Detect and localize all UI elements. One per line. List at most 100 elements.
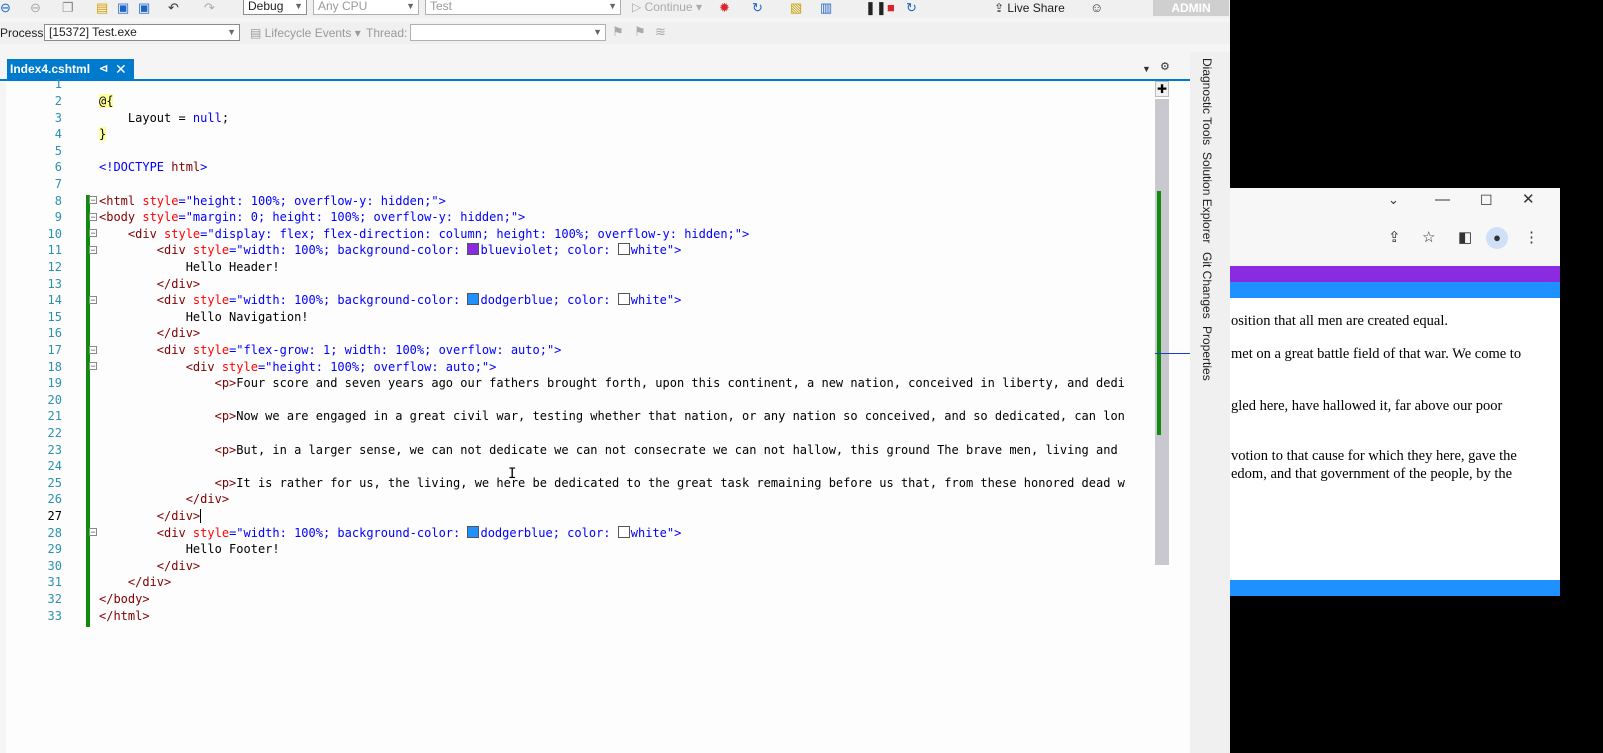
code-editor[interactable]: 1 2 3 4 5 6 7 8 9 10 11 12 13 14 15 16 17 18 19 20 21 22 23 24 2… xyxy=(6,77,1192,753)
color-swatch-blueviolet[interactable] xyxy=(467,243,480,256)
undo-icon[interactable]: ↶ xyxy=(168,0,179,16)
chevron-down-icon[interactable]: ▼ xyxy=(1142,61,1151,77)
line-number: 13 xyxy=(47,276,62,291)
star-icon[interactable]: ☆ xyxy=(1422,228,1435,248)
rendered-header xyxy=(1230,266,1560,282)
hot-reload-icon[interactable]: ✹ xyxy=(719,0,730,16)
process-dropdown[interactable]: [15372] Test.exe ▼ xyxy=(44,24,240,41)
color-name: dodgerblue xyxy=(480,293,553,308)
color-name: white xyxy=(630,293,667,308)
open-folder-icon[interactable]: ▤ xyxy=(96,0,108,16)
stack-icon[interactable]: ≋ xyxy=(655,24,666,40)
collapse-icon[interactable]: − xyxy=(89,296,97,305)
collapse-icon[interactable]: − xyxy=(89,213,97,222)
share-icon[interactable]: ⇪ xyxy=(1388,228,1401,248)
share-icon: ⇪ xyxy=(994,1,1008,15)
tab-diagnostic-tools[interactable]: Diagnostic Tools xyxy=(1200,58,1214,145)
attribute-value: ="height: 100%; overflow-y: hidden;" xyxy=(178,193,439,208)
tab-git-changes[interactable]: Git Changes xyxy=(1200,252,1214,319)
color-swatch-dodgerblue[interactable] xyxy=(467,525,480,538)
attribute-value: ; color: xyxy=(552,243,618,258)
minimize-icon[interactable]: — xyxy=(1435,190,1450,210)
code-line-18: <div style="height: 100%; overflow: auto… xyxy=(99,359,1157,376)
line-number: 33 xyxy=(47,608,62,623)
tag-end: "> xyxy=(666,243,682,258)
close-icon[interactable]: ✕ xyxy=(115,59,127,79)
visual-studio-window: ⊖ ⊖ ❐ ▤ ▣ ▣ ↶ ↷ Debug ▼ Any CPU ▼ Test ▼ ▷ … xyxy=(0,0,1230,753)
standard-toolbar: ⊖ ⊖ ❐ ▤ ▣ ▣ ↶ ↷ Debug ▼ Any CPU ▼ Test ▼ ▷ … xyxy=(0,0,1230,18)
color-swatch-white[interactable] xyxy=(617,525,630,538)
tab-properties[interactable]: Properties xyxy=(1200,326,1214,381)
color-name: white xyxy=(630,243,667,258)
more-menu-icon[interactable]: ⋮ xyxy=(1524,228,1539,248)
vertical-scrollbar[interactable] xyxy=(1155,99,1169,565)
line-number: 21 xyxy=(47,409,62,424)
save-icon[interactable]: ▣ xyxy=(117,0,129,16)
line-number: 8 xyxy=(54,193,62,208)
restart-debug-icon[interactable]: ↻ xyxy=(906,0,917,16)
chevron-down-icon[interactable]: ⌄ xyxy=(1388,190,1399,210)
collapse-icon[interactable]: − xyxy=(89,346,97,355)
code-line-2: @{ xyxy=(99,93,1157,110)
close-icon[interactable]: ✕ xyxy=(1522,190,1535,210)
forward-icon[interactable]: ⊖ xyxy=(30,0,41,16)
save-all-icon[interactable]: ▣ xyxy=(138,0,150,16)
play-icon: ▷ xyxy=(632,0,645,14)
tag: <div xyxy=(99,525,186,540)
line-number: 11 xyxy=(47,243,62,258)
color-swatch-white[interactable] xyxy=(617,293,630,306)
side-panel-icon[interactable]: ◧ xyxy=(1458,228,1472,248)
gear-icon[interactable]: ⚙ xyxy=(1160,59,1170,75)
continue-button[interactable]: ▷ Continue ▾ xyxy=(632,0,702,15)
configuration-dropdown[interactable]: Debug ▼ xyxy=(243,0,307,15)
collapse-icon[interactable]: − xyxy=(89,196,97,205)
line-number: 20 xyxy=(47,392,62,407)
collapse-icon[interactable]: − xyxy=(89,246,97,255)
line-number: 31 xyxy=(47,575,62,590)
color-name: white xyxy=(630,525,667,540)
maximize-icon[interactable]: ☐ xyxy=(1480,190,1493,210)
line-number: 19 xyxy=(47,376,62,391)
restart-icon[interactable]: ↻ xyxy=(752,0,763,16)
code-line-14: <div style="width: 100%; background-colo… xyxy=(99,292,1157,309)
browser-link-icon[interactable]: ▧ xyxy=(790,0,802,16)
attribute-value: ; color: xyxy=(552,525,618,540)
new-project-icon[interactable]: ❐ xyxy=(62,0,74,16)
collapse-icon[interactable]: − xyxy=(89,229,97,238)
split-editor-icon[interactable]: ✚ xyxy=(1155,81,1169,97)
profile-avatar-icon[interactable]: ● xyxy=(1486,227,1508,249)
feedback-icon[interactable]: ☺ xyxy=(1090,0,1103,16)
line-number: 18 xyxy=(47,359,62,374)
stop-icon[interactable]: ■ xyxy=(887,0,895,16)
attribute: style xyxy=(185,343,230,357)
tag: <div xyxy=(99,243,186,258)
code-line-17: <div style="flex-grow: 1; width: 100%; o… xyxy=(99,342,1157,359)
razor-open: @{ xyxy=(99,94,114,108)
color-swatch-dodgerblue[interactable] xyxy=(467,293,480,306)
attribute-value: ="display: flex; flex-direction: column;… xyxy=(200,226,743,241)
tag-end: > xyxy=(742,226,750,241)
line-number: 1 xyxy=(54,77,62,92)
back-icon[interactable]: ⊖ xyxy=(0,0,11,16)
flag-icon[interactable]: ⚑ xyxy=(612,24,624,40)
pin-icon[interactable]: ⊲ xyxy=(99,59,108,79)
layout-icon[interactable]: ▥ xyxy=(820,0,832,16)
collapse-icon[interactable]: − xyxy=(89,362,97,371)
line-number: 6 xyxy=(54,160,62,175)
flag-thread-icon[interactable]: ⚑ xyxy=(634,24,646,40)
tab-solution-explorer[interactable]: Solution Explorer xyxy=(1200,152,1214,243)
code-line-10: <div style="display: flex; flex-directio… xyxy=(99,226,1157,243)
thread-dropdown[interactable]: ▼ xyxy=(410,24,606,41)
pause-icon[interactable]: ❚❚ xyxy=(865,0,887,16)
live-share-button[interactable]: ⇪ Live Share xyxy=(994,0,1065,16)
line-number: 24 xyxy=(47,459,62,474)
collapse-icon[interactable]: − xyxy=(89,528,97,537)
redo-icon[interactable]: ↷ xyxy=(204,0,215,16)
lifecycle-events-dropdown[interactable]: ▤ Lifecycle Events ▾ xyxy=(250,25,361,41)
attribute: style xyxy=(185,243,230,258)
platform-dropdown[interactable]: Any CPU ▼ xyxy=(313,0,419,15)
color-swatch-white[interactable] xyxy=(617,243,630,256)
startup-project-dropdown[interactable]: Test ▼ xyxy=(425,0,621,15)
tag: <p> xyxy=(99,409,237,424)
code-line-12: Hello Header! xyxy=(99,259,1157,276)
